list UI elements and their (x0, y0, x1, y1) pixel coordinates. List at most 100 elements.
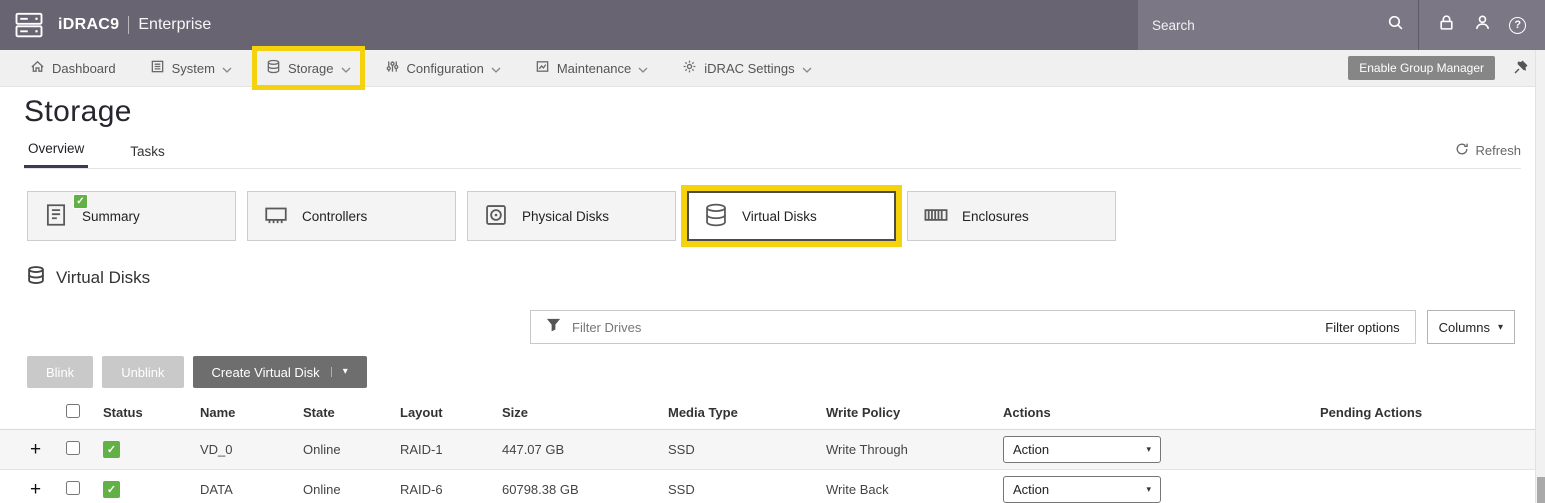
nav-label: Maintenance (557, 61, 631, 76)
expand-row-button[interactable]: + (0, 440, 63, 459)
chevron-down-icon (222, 61, 232, 76)
chevron-down-icon: ▾ (1146, 444, 1151, 455)
row-checkbox[interactable] (66, 481, 80, 495)
brand-edition: Enterprise (138, 16, 211, 34)
sliders-icon (385, 59, 400, 77)
nav-configuration[interactable]: Configuration (385, 59, 501, 77)
filter-options-link[interactable]: Filter options (1325, 320, 1399, 335)
lock-icon[interactable] (1438, 14, 1455, 36)
header-spacer (211, 0, 1138, 50)
tabs-row: Overview Tasks Refresh (24, 133, 1521, 169)
col-header-state: State (303, 405, 400, 420)
table-row-data: + ✓ DATA Online RAID-6 60798.38 GB SSD W… (0, 470, 1545, 503)
brand-divider (128, 16, 129, 34)
maintenance-icon (535, 59, 550, 77)
cell-write-policy: Write Back (826, 482, 1003, 497)
nav-label: System (172, 61, 215, 76)
tab-overview[interactable]: Overview (24, 133, 88, 168)
create-virtual-disk-button[interactable]: Create Virtual Disk ▾ (193, 356, 367, 388)
col-header-size: Size (502, 405, 668, 420)
summary-icon (43, 202, 69, 231)
nav-dashboard[interactable]: Dashboard (30, 59, 116, 77)
card-label: Summary (82, 209, 140, 224)
header-icon-group: ? (1418, 0, 1545, 50)
refresh-label: Refresh (1475, 143, 1521, 158)
cell-media-type: SSD (668, 442, 826, 457)
chevron-down-icon (341, 61, 351, 76)
enclosures-icon (923, 202, 949, 231)
col-header-actions: Actions (1003, 405, 1320, 420)
user-icon[interactable] (1474, 14, 1491, 36)
nav-label: iDRAC Settings (704, 61, 794, 76)
cell-media-type: SSD (668, 482, 826, 497)
card-physical-disks[interactable]: Physical Disks (467, 191, 676, 241)
cell-layout: RAID-6 (400, 482, 502, 497)
system-icon (150, 59, 165, 77)
card-label: Physical Disks (522, 209, 609, 224)
search-input[interactable] (1152, 18, 1379, 33)
controllers-icon (263, 202, 289, 231)
columns-button[interactable]: Columns ▾ (1427, 310, 1515, 344)
unblink-button[interactable]: Unblink (102, 356, 183, 388)
expand-row-button[interactable]: + (0, 480, 63, 499)
col-header-name: Name (200, 405, 303, 420)
filter-box: Filter options (530, 310, 1416, 344)
cell-name: VD_0 (200, 442, 303, 457)
vertical-scrollbar[interactable] (1535, 50, 1545, 503)
card-virtual-disks[interactable]: Virtual Disks (687, 191, 896, 241)
card-label: Controllers (302, 209, 367, 224)
table-header-row: Status Name State Layout Size Media Type… (0, 396, 1545, 430)
dell-server-logo-icon (0, 0, 58, 50)
col-header-media-type: Media Type (668, 405, 826, 420)
nav-label: Dashboard (52, 61, 116, 76)
gear-icon (682, 59, 697, 77)
nav-storage[interactable]: Storage (257, 51, 360, 85)
nav-idrac-settings[interactable]: iDRAC Settings (682, 59, 811, 77)
chevron-down-icon: ▾ (331, 367, 348, 377)
create-virtual-disk-label: Create Virtual Disk (212, 365, 320, 380)
brand: iDRAC9 Enterprise (58, 0, 211, 50)
col-header-pending-actions: Pending Actions (1320, 405, 1545, 420)
database-icon (26, 265, 46, 290)
tab-tasks[interactable]: Tasks (126, 136, 169, 168)
nav-label: Configuration (407, 61, 484, 76)
enable-group-manager-button[interactable]: Enable Group Manager (1348, 56, 1495, 80)
card-label: Virtual Disks (742, 209, 817, 224)
chevron-down-icon (802, 61, 812, 76)
card-enclosures[interactable]: Enclosures (907, 191, 1116, 241)
cell-name: DATA (200, 482, 303, 497)
filter-row: Filter options Columns ▾ (0, 310, 1515, 344)
chevron-down-icon (638, 61, 648, 76)
card-summary[interactable]: ✓ Summary (27, 191, 236, 241)
virtual-disks-icon (703, 202, 729, 231)
nav-right-group: Enable Group Manager (1348, 56, 1529, 80)
cell-write-policy: Write Through (826, 442, 1003, 457)
top-header: iDRAC9 Enterprise ? (0, 0, 1545, 50)
funnel-icon (546, 317, 561, 337)
healthy-status-badge: ✓ (73, 194, 88, 209)
brand-name: iDRAC9 (58, 16, 119, 34)
nav-system[interactable]: System (150, 59, 232, 77)
blink-button[interactable]: Blink (27, 356, 93, 388)
vd-toolbar: Blink Unblink Create Virtual Disk ▾ (27, 356, 1545, 388)
action-dropdown[interactable]: Action ▾ (1003, 476, 1161, 503)
scrollbar-thumb[interactable] (1537, 477, 1545, 503)
search-icon[interactable] (1387, 14, 1404, 36)
refresh-button[interactable]: Refresh (1455, 142, 1521, 168)
nav-maintenance[interactable]: Maintenance (535, 59, 648, 77)
cell-state: Online (303, 482, 400, 497)
action-dropdown-label: Action (1013, 442, 1049, 457)
card-controllers[interactable]: Controllers (247, 191, 456, 241)
columns-label: Columns (1439, 320, 1490, 335)
chevron-down-icon: ▾ (1146, 484, 1151, 495)
pin-icon[interactable] (1513, 59, 1529, 78)
action-dropdown[interactable]: Action ▾ (1003, 436, 1161, 463)
status-ok-icon: ✓ (103, 481, 120, 498)
cell-size: 447.07 GB (502, 442, 668, 457)
help-icon[interactable]: ? (1509, 17, 1526, 34)
select-all-checkbox[interactable] (66, 404, 80, 418)
chevron-down-icon: ▾ (1498, 322, 1503, 333)
filter-drives-input[interactable] (572, 320, 1314, 335)
refresh-icon (1455, 142, 1469, 159)
row-checkbox[interactable] (66, 441, 80, 455)
